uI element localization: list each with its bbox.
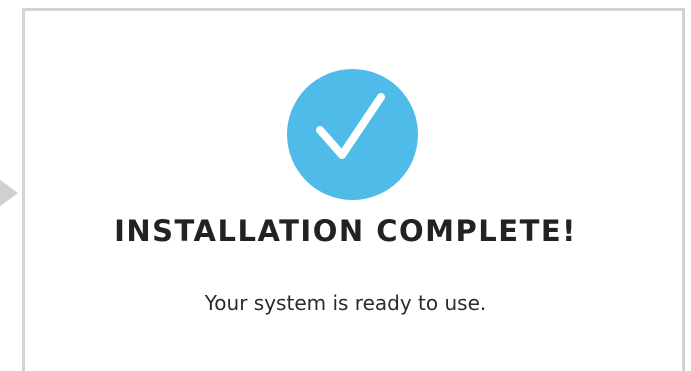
installer-screen: INSTALLATION COMPLETE! Your system is re… (0, 0, 691, 371)
success-badge (287, 69, 418, 200)
completion-message: Your system is ready to use. (204, 291, 487, 315)
previous-step-arrow-icon (0, 165, 18, 221)
completion-title: INSTALLATION COMPLETE! (114, 214, 577, 248)
checkmark-icon (316, 93, 385, 159)
